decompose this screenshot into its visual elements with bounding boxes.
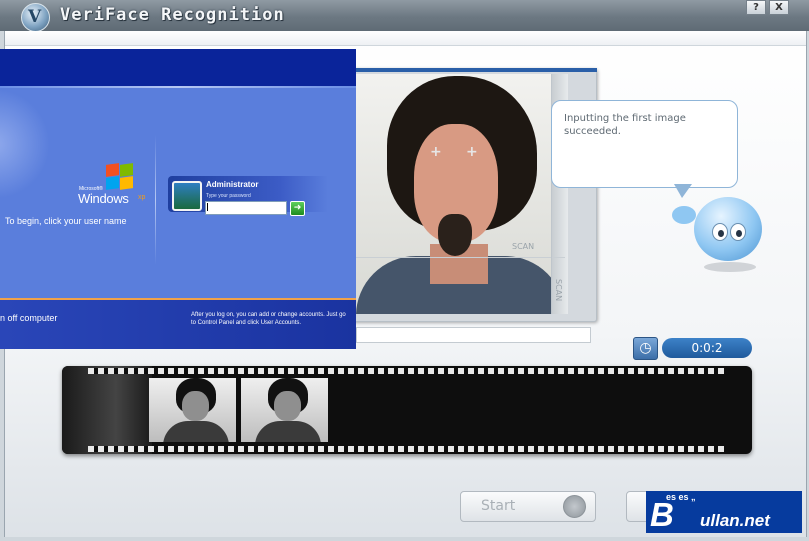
- subject-beard: [438, 214, 472, 256]
- start-icon: [563, 495, 586, 518]
- xp-password-input[interactable]: [205, 201, 287, 215]
- bubble-tail: [674, 184, 692, 198]
- close-button[interactable]: X: [769, 0, 789, 15]
- help-button[interactable]: ?: [746, 0, 766, 15]
- start-button-label: Start: [481, 498, 516, 514]
- mascot-arm: [672, 206, 696, 224]
- xp-password-hint: Type your password: [206, 193, 251, 199]
- app-logo-icon: V: [21, 3, 50, 32]
- xp-user-name: Administrator: [206, 180, 259, 189]
- mascot-eye-right: [730, 223, 746, 241]
- status-message: Inputting the first image succeeded.: [564, 113, 686, 137]
- window-title: VeriFace Recognition: [60, 5, 285, 25]
- mascot-eye-left: [712, 223, 728, 241]
- left-eye-marker: +: [430, 144, 442, 160]
- title-bar: V VeriFace Recognition ? X: [0, 0, 809, 32]
- xp-brand-suffix: xp: [138, 194, 146, 201]
- top-panel: [5, 31, 806, 46]
- capture-progress-bar: [356, 327, 591, 343]
- xp-turn-off-link[interactable]: n off computer: [0, 313, 57, 323]
- mascot-shadow: [704, 262, 756, 272]
- camera-accent-bar: [355, 68, 597, 72]
- elapsed-timer: 0:0:2: [662, 338, 752, 358]
- mascot-icon: [694, 197, 762, 261]
- windows-flag-icon: [106, 163, 134, 190]
- xp-glow: [0, 89, 50, 199]
- clock-icon[interactable]: ◷: [633, 337, 658, 360]
- watermark-text: ullan.net: [700, 511, 770, 530]
- xp-begin-text: To begin, click your user name: [5, 216, 127, 226]
- camera-view: + + SCAN: [356, 74, 565, 314]
- right-eye-marker: +: [466, 144, 478, 160]
- watermark-big-letter: B: [650, 496, 674, 533]
- text-caret: [207, 203, 208, 211]
- scan-overlay-label: SCAN: [512, 242, 535, 251]
- captured-frame-1[interactable]: [149, 378, 236, 442]
- start-button[interactable]: Start: [460, 491, 596, 522]
- xp-divider: [155, 135, 156, 265]
- camera-guide-line: [356, 257, 565, 258]
- xp-brand: Windows: [78, 191, 129, 206]
- user-avatar[interactable]: [172, 181, 202, 211]
- xp-after-logon-text: After you log on, you can add or change …: [191, 312, 346, 326]
- arrow-right-icon[interactable]: ➜: [290, 201, 305, 216]
- film-sprockets-top: [88, 368, 728, 374]
- captured-frame-2[interactable]: [241, 378, 328, 442]
- scan-side-label: SCAN: [554, 279, 563, 302]
- film-sprockets-bottom: [88, 446, 728, 452]
- message-bubble: Inputting the first image succeeded.: [551, 100, 738, 188]
- xp-top-band: [0, 49, 356, 86]
